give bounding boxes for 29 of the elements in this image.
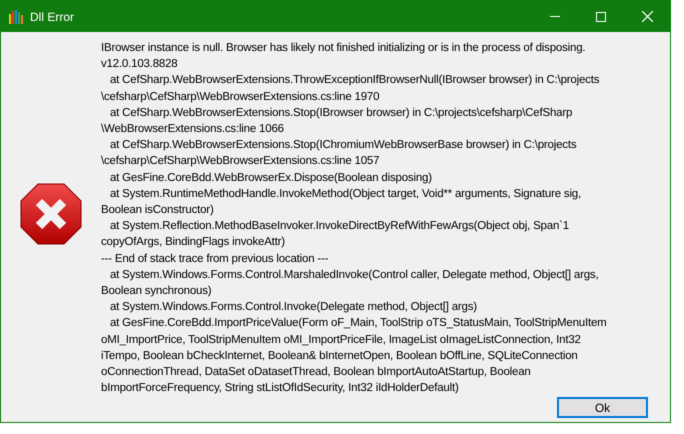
message-line: Boolean isConstructor) — [101, 203, 215, 218]
app-icon — [8, 8, 24, 24]
message-line: iTempo, Boolean bCheckInternet, Boolean& bInternetOpen, Boolean bOffLine, SQLiteConnection — [101, 348, 579, 364]
message-line: oConnectionThread, DataSet oDatasetThread, Boolean bImportAutoAtStartup, Boolean — [101, 365, 532, 380]
message-line: at System.Windows.Forms.Control.Invoke(Delegate method, Object[] args) — [108, 300, 478, 316]
message-line: at System.Reflection.MethodBaseInvoker.InvokeDirectByRefWithFewArgs(Object obj, Span`1 — [108, 219, 570, 234]
message-line: at System.Windows.Forms.Control.MarshaledInvoke(Control caller, Delegate method, Object[] args, — [108, 268, 600, 283]
message-line: --- End of stack trace from previous location --- — [101, 252, 330, 267]
message-line: bImportForceFrequency, String stListOfIdSecurity, Int32 iIdHolderDefault) — [101, 381, 460, 396]
message-line: Boolean synchronous) — [101, 284, 212, 300]
message-line: \cefsharp\CefSharp\WebBrowserExtensions.cs:line 1057 — [101, 154, 380, 170]
message-line: at System.RuntimeMethodHandle.InvokeMethod(Object target, Void** arguments, Signature sig, — [108, 186, 582, 202]
message-line: at CefSharp.WebBrowserExtensions.ThrowExceptionIfBrowserNull(IBrowser browser) in C:\projects — [108, 73, 600, 88]
window-title: Dll Error — [30, 8, 74, 26]
message-line: at CefSharp.WebBrowserExtensions.Stop(IBrowser browser) in C:\projects\cefsharp\CefSharp — [108, 106, 574, 121]
close-icon — [642, 11, 652, 22]
message-line: IBrowser instance is null. Browser has likely not finished initializing or is in the process of disposing. — [101, 41, 586, 56]
maximize-icon — [596, 12, 606, 22]
message-line: \WebBrowserExtensions.cs:line 1066 — [101, 122, 285, 138]
minimize-icon — [550, 16, 560, 17]
message-line: copyOfArgs, BindingFlags invokeAttr) — [101, 235, 286, 250]
message-line: at GesFine.CoreBdd.ImportPriceValue(Form oF_Main, ToolStrip oTS_StatusMain, ToolStripMenuItem — [108, 316, 607, 332]
error-icon — [19, 182, 83, 246]
message-line: at GesFine.CoreBdd.WebBrowserEx.Dispose(Boolean disposing) — [108, 170, 433, 186]
message-line: \cefsharp\CefSharp\WebBrowserExtensions.cs:line 1970 — [101, 90, 380, 105]
message-line: at CefSharp.WebBrowserExtensions.Stop(IChromiumWebBrowserBase browser) in C:\projects — [108, 138, 578, 154]
ok-button[interactable]: Ok — [557, 397, 648, 418]
message-line: oMI_ImportPrice, ToolStripMenuItem oMI_ImportPriceFile, ImageList oImageListConnection, Int32 — [101, 332, 582, 348]
message-line: v12.0.103.8828 — [101, 57, 178, 72]
